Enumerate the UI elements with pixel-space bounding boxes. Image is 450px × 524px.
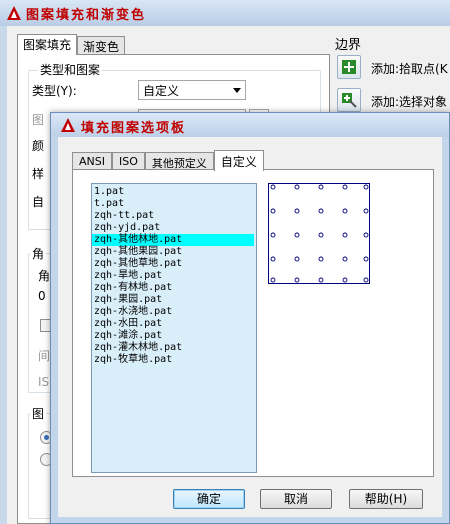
help-button[interactable]: 帮助(H) <box>349 489 423 509</box>
bg-title-bar: 图案填充和渐变色 <box>0 0 450 26</box>
preview-dot <box>270 277 276 283</box>
preview-dot <box>342 277 348 283</box>
sample-label: 样 <box>32 167 45 181</box>
pattern-list-item[interactable]: zqh-水田.pat <box>92 318 256 330</box>
preview-dot <box>363 184 369 190</box>
preview-dot <box>363 256 369 262</box>
angle-group-label: 角 <box>30 245 47 262</box>
angle-label: 角 <box>38 269 51 283</box>
fg-title-bar: 填充图案选项板 <box>51 113 449 137</box>
preview-dot <box>363 232 369 238</box>
preview-dot <box>294 184 300 190</box>
type-label: 类型(Y): <box>32 84 77 98</box>
plus-icon <box>342 60 356 74</box>
preview-dot <box>270 256 276 262</box>
pattern-list-item[interactable]: zqh-水浇地.pat <box>92 306 256 318</box>
pattern-list: 1.pat t.pat zqh-tt.pat zqh-yjd.pat zqh-其他林地.… <box>92 184 256 366</box>
preview-dot <box>342 232 348 238</box>
preview-dot <box>363 208 369 214</box>
add-pick-points-button[interactable] <box>337 55 361 79</box>
pattern-list-item[interactable]: zqh-滩涂.pat <box>92 330 256 342</box>
pattern-label: 图 <box>32 113 45 127</box>
pattern-list-item[interactable]: t.pat <box>92 198 256 210</box>
preview-dot <box>294 208 300 214</box>
color-label: 颜 <box>32 139 45 153</box>
tab-hatch[interactable]: 图案填充 <box>17 34 78 55</box>
type-pattern-group-label: 类型和图案 <box>38 61 103 78</box>
preview-dot <box>294 232 300 238</box>
pattern-preview-graphic <box>270 184 369 283</box>
tab-gradient[interactable]: 渐变色 <box>77 36 126 55</box>
hatch-pattern-palette-dialog: 填充图案选项板 ANSI ISO 其他预定义 自定义 1.pat t.pat zqh… <box>50 112 450 524</box>
pattern-list-item[interactable]: zqh-其他林地.pat <box>92 234 254 246</box>
bg-tab-strip: 图案填充 渐变色 <box>17 34 126 55</box>
autocad-logo-icon <box>60 117 76 133</box>
fg-dialog-title: 填充图案选项板 <box>81 121 187 136</box>
pattern-list-item[interactable]: zqh-果园.pat <box>92 294 256 306</box>
fg-tab-strip: ANSI ISO 其他预定义 自定义 <box>72 150 264 171</box>
type-select-value: 自定义 <box>143 84 180 98</box>
custom-pattern-label: 自 <box>32 195 45 209</box>
pattern-list-item[interactable]: zqh-其他草地.pat <box>92 258 256 270</box>
pattern-list-item[interactable]: zqh-有林地.pat <box>92 282 256 294</box>
pattern-list-item[interactable]: zqh-牧草地.pat <box>92 354 256 366</box>
add-select-objects-button[interactable] <box>337 88 361 112</box>
add-pick-points-label[interactable]: 添加:拾取点(K <box>371 60 448 77</box>
preview-dot <box>342 184 348 190</box>
type-select[interactable]: 自定义 <box>138 80 246 100</box>
origin-group-label: 图 <box>30 405 47 422</box>
pattern-preview <box>268 183 370 284</box>
preview-dot <box>318 232 324 238</box>
cancel-button[interactable]: 取消 <box>260 489 332 509</box>
preview-dot <box>318 208 324 214</box>
ok-button[interactable]: 确定 <box>173 489 245 509</box>
select-objects-icon <box>342 93 357 108</box>
pattern-list-item[interactable]: zqh-tt.pat <box>92 210 256 222</box>
pattern-list-item[interactable]: zqh-其他果园.pat <box>92 246 256 258</box>
pattern-list-item[interactable]: zqh-灌木林地.pat <box>92 342 256 354</box>
add-select-objects-label[interactable]: 添加:选择对象 <box>371 93 447 110</box>
chevron-down-icon <box>233 88 241 93</box>
preview-dot <box>342 256 348 262</box>
bg-dialog-title: 图案填充和渐变色 <box>26 8 147 23</box>
tab-custom[interactable]: 自定义 <box>213 150 264 171</box>
preview-dot <box>318 277 324 283</box>
pattern-list-item[interactable]: zqh-yjd.pat <box>92 222 256 234</box>
preview-dot <box>270 232 276 238</box>
preview-dot <box>342 208 348 214</box>
custom-tab-pane: 1.pat t.pat zqh-tt.pat zqh-yjd.pat zqh-其他林地.… <box>72 169 434 477</box>
preview-dot <box>294 277 300 283</box>
autocad-logo-icon <box>6 5 22 21</box>
spacing-label: 间 <box>38 349 51 363</box>
preview-dot <box>270 184 276 190</box>
preview-dot <box>318 256 324 262</box>
preview-dot <box>270 208 276 214</box>
fg-client-area: ANSI ISO 其他预定义 自定义 1.pat t.pat zqh-tt.pat z… <box>58 137 442 517</box>
pattern-list-item[interactable]: 1.pat <box>92 186 256 198</box>
pattern-listbox[interactable]: 1.pat t.pat zqh-tt.pat zqh-yjd.pat zqh-其他林地.… <box>91 183 257 473</box>
preview-dot <box>363 277 369 283</box>
preview-dot <box>294 256 300 262</box>
border-group-label: 边界 <box>335 38 362 53</box>
pattern-list-item[interactable]: zqh-旱地.pat <box>92 270 256 282</box>
preview-dot <box>318 184 324 190</box>
angle-value[interactable]: 0 <box>38 289 46 303</box>
